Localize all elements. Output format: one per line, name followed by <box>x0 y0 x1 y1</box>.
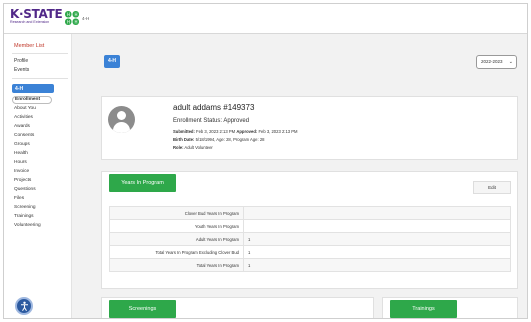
profile-card: adult addams #149373 Enrollment Status: … <box>101 96 518 160</box>
kstate-logo[interactable]: K·STATE Research and Extension <box>10 7 63 24</box>
sidebar-item-volunteering[interactable]: Volunteering <box>14 223 41 228</box>
program-4h-button[interactable]: 4-H <box>104 55 120 68</box>
sidebar-section-4h[interactable]: 4-H <box>12 84 54 93</box>
screenings-card: Screenings <box>101 297 374 318</box>
sidebar-item-projects[interactable]: Projects <box>14 178 31 183</box>
sidebar-divider <box>12 78 68 79</box>
sidebar-item-questions[interactable]: Questions <box>14 187 36 192</box>
sidebar-item-trainings[interactable]: Trainings <box>14 214 34 219</box>
sidebar-item-screening[interactable]: Screening <box>14 205 36 210</box>
sidebar-item-consents[interactable]: Consents <box>14 133 34 138</box>
year-select[interactable]: 2022-2023 ⌄ <box>476 55 517 69</box>
svg-text:H: H <box>67 20 70 25</box>
screenings-header: Screenings <box>109 300 176 318</box>
sidebar-item-activities[interactable]: Activities <box>14 115 33 120</box>
role-line: Role: Adult Volunteer <box>173 145 213 150</box>
sidebar-item-awards[interactable]: Awards <box>14 124 30 129</box>
year-select-value: 2022-2023 <box>481 59 503 64</box>
avatar <box>108 106 135 133</box>
table-row: Youth Years In Program <box>109 219 511 233</box>
svg-text:H: H <box>67 12 70 17</box>
sidebar-item-health[interactable]: Health <box>14 151 28 156</box>
program-label: 4-H <box>82 16 90 21</box>
sidebar-section-label: 4-H <box>15 86 24 92</box>
sidebar-item-hours[interactable]: Hours <box>14 160 27 165</box>
svg-text:H: H <box>75 20 78 25</box>
years-in-program-header: Years In Program <box>109 174 176 192</box>
table-row: Clover Bud Years In Program <box>109 206 511 220</box>
sidebar-item-about-you[interactable]: About You <box>14 106 36 111</box>
app-window: K·STATE Research and Extension H H H H 4… <box>3 3 528 319</box>
sidebar-item-groups[interactable]: Groups <box>14 142 30 147</box>
accessibility-button[interactable] <box>15 297 33 315</box>
sidebar-divider <box>12 53 68 54</box>
sidebar-link-events[interactable]: Events <box>14 67 29 73</box>
table-row: Total Years In Program 1 <box>109 258 511 272</box>
edit-button[interactable]: Edit <box>473 181 511 194</box>
sidebar-link-profile[interactable]: Profile <box>14 58 28 64</box>
years-in-program-card: Years In Program Edit Clover Bud Years I… <box>101 171 518 289</box>
member-name: adult addams #149373 <box>173 103 255 112</box>
logo-wordmark: K·STATE <box>10 7 63 21</box>
table-row: Total Years In Program Excluding Clover … <box>109 245 511 259</box>
sidebar-item-files[interactable]: Files <box>14 196 24 201</box>
svg-text:H: H <box>75 12 78 17</box>
years-table: Clover Bud Years In Program Youth Years … <box>109 206 511 272</box>
top-bar: K·STATE Research and Extension H H H H 4… <box>4 4 527 34</box>
chevron-down-icon: ⌄ <box>508 59 513 65</box>
submitted-line: Submitted: Feb 3, 2023 2:13 PM Approved:… <box>173 129 298 134</box>
trainings-header: Trainings <box>390 300 457 318</box>
table-row: Adult Years In Program 1 <box>109 232 511 246</box>
member-list-link[interactable]: Member List <box>14 43 44 49</box>
four-h-clover-icon: H H H H <box>65 11 79 25</box>
sidebar-item-invoice[interactable]: Invoice <box>14 169 29 174</box>
sidebar: Member List Profile Events 4-H Enrollmen… <box>4 34 72 318</box>
sidebar-item-enrollment[interactable]: Enrollment <box>12 96 52 104</box>
accessibility-icon <box>21 301 28 312</box>
main-content: 4-H 2022-2023 ⌄ adult addams #149373 Enr… <box>72 34 527 318</box>
birth-date-line: Birth Date: 5/18/1994, Age: 28, Program … <box>173 137 265 142</box>
trainings-card: Trainings <box>382 297 518 318</box>
enrollment-status: Enrollment Status: Approved <box>173 118 250 124</box>
